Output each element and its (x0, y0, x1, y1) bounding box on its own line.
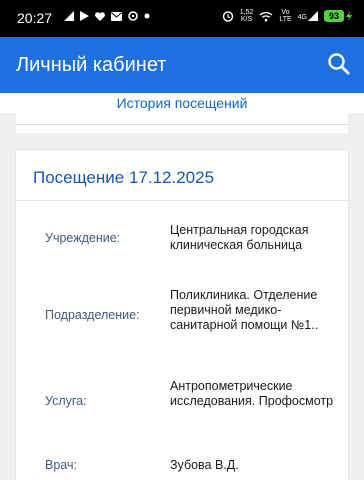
wifi-icon (259, 11, 273, 21)
visit-history-link[interactable]: История посещений (0, 95, 364, 111)
system-status-icons: 1,52 K/S Vo LTE 4G 93 (222, 9, 352, 23)
alarm-icon (222, 11, 233, 22)
notification-icons (64, 11, 150, 21)
field-value: Поликлиника. Отделение первичной медико-… (170, 288, 319, 332)
messenger-icon (128, 11, 138, 21)
visit-card[interactable]: Посещение 17.12.2025 Учреждение: Централ… (16, 150, 348, 480)
mobile-signal: 4G (298, 11, 318, 21)
visit-history-header: История посещений (0, 93, 364, 113)
field-label: Услуга: (45, 394, 87, 408)
dot-icon (144, 13, 150, 19)
field-label: Врач: (45, 458, 77, 472)
field-value: Центральная городская клиническая больни… (170, 223, 309, 252)
visit-title: Посещение 17.12.2025 (33, 168, 215, 187)
search-icon (328, 53, 350, 75)
signal-bars-icon (64, 11, 74, 21)
charging-icon (346, 11, 352, 21)
mail-icon (111, 11, 122, 21)
status-bar: 20:27 1,52 K/S Vo LTE 4G 93 (0, 0, 364, 37)
battery-level: 93 (324, 10, 344, 22)
card-divider (16, 124, 348, 125)
app-bar: Личный кабинет (0, 37, 364, 93)
card-divider (16, 200, 348, 201)
field-value: Антропометрические исследования. Профосм… (170, 379, 334, 408)
battery-icon: 93 (324, 10, 352, 22)
play-icon (80, 11, 89, 21)
status-time: 20:27 (17, 10, 53, 26)
heart-icon (95, 11, 105, 21)
previous-visit-card (16, 113, 348, 133)
field-label: Подразделение: (45, 308, 140, 322)
network-speed: 1,52 K/S (239, 9, 254, 23)
search-button[interactable] (326, 51, 352, 77)
page-title: Личный кабинет (16, 54, 167, 76)
field-value: Зубова В.Д. (170, 458, 239, 472)
cell-signal-icon (308, 11, 318, 21)
volte-indicator: Vo LTE (279, 9, 292, 23)
field-label: Учреждение: (45, 231, 121, 245)
